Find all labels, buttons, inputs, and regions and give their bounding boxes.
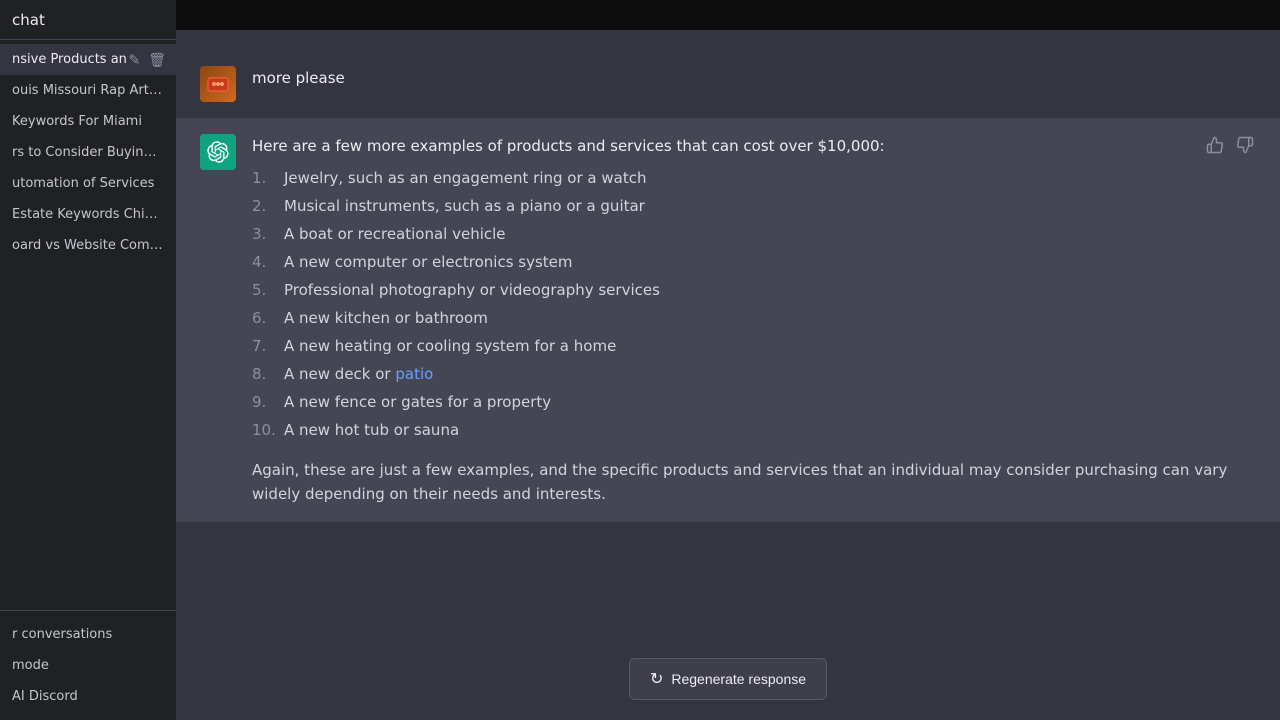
list-item: 9. A new fence or gates for a property xyxy=(252,390,1256,414)
assistant-message: Here are a few more examples of products… xyxy=(176,118,1280,522)
list-item: 3. A boat or recreational vehicle xyxy=(252,222,1256,246)
sidebar-item-dark-mode[interactable]: mode xyxy=(0,650,176,681)
message-actions xyxy=(1204,134,1256,156)
closing-text: Again, these are just a few examples, an… xyxy=(252,458,1256,506)
sidebar-item-website-compare[interactable]: oard vs Website Compar xyxy=(0,230,176,261)
sidebar-header: chat xyxy=(0,0,176,40)
sidebar-item-clear-conversations[interactable]: r conversations xyxy=(0,619,176,650)
item-actions: ✎ 🗑 xyxy=(126,49,168,70)
user-avatar xyxy=(200,66,236,102)
assistant-intro-text: Here are a few more examples of products… xyxy=(252,134,885,158)
user-message: more please xyxy=(176,50,1280,118)
chat-footer: ↻ Regenerate response xyxy=(176,642,1280,720)
list-item: 6. A new kitchen or bathroom xyxy=(252,306,1256,330)
thumbs-up-button[interactable] xyxy=(1204,134,1226,156)
sidebar-item-consider-buying[interactable]: rs to Consider Buying S xyxy=(0,137,176,168)
chat-area[interactable]: more please Here are a few more examples… xyxy=(176,30,1280,642)
sidebar-bottom: r conversations mode AI Discord xyxy=(0,610,176,720)
list-item: 5. Professional photography or videograp… xyxy=(252,278,1256,302)
main-content: more please Here are a few more examples… xyxy=(176,0,1280,720)
sidebar-item-ai-discord[interactable]: AI Discord xyxy=(0,681,176,712)
list-item: 4. A new computer or electronics system xyxy=(252,250,1256,274)
response-list: 1. Jewelry, such as an engagement ring o… xyxy=(252,166,1256,442)
thumbs-down-icon xyxy=(1236,136,1254,154)
top-bar xyxy=(176,0,1280,30)
sidebar: chat nsive Products an ✎ 🗑 ouis Missouri… xyxy=(0,0,176,720)
user-message-content: more please xyxy=(252,66,1256,102)
delete-button[interactable]: 🗑 xyxy=(146,49,168,70)
thumbs-up-icon xyxy=(1206,136,1224,154)
message-header: Here are a few more examples of products… xyxy=(252,134,1256,158)
edit-button[interactable]: ✎ xyxy=(126,49,142,70)
list-item: 7. A new heating or cooling system for a… xyxy=(252,334,1256,358)
sidebar-item-rap-artists[interactable]: ouis Missouri Rap Artists xyxy=(0,75,176,106)
sidebar-title: chat xyxy=(12,11,45,29)
list-item: 8. A new deck or patio xyxy=(252,362,1256,386)
list-item: 2. Musical instruments, such as a piano … xyxy=(252,194,1256,218)
patio-link[interactable]: patio xyxy=(395,365,433,383)
thumbs-down-button[interactable] xyxy=(1234,134,1256,156)
assistant-avatar xyxy=(200,134,236,170)
sidebar-conversations: nsive Products an ✎ 🗑 ouis Missouri Rap … xyxy=(0,40,176,610)
assistant-message-content: Here are a few more examples of products… xyxy=(252,134,1256,506)
sidebar-item-keywords-miami[interactable]: Keywords For Miami xyxy=(0,106,176,137)
user-message-text: more please xyxy=(252,69,345,87)
regenerate-button[interactable]: ↻ Regenerate response xyxy=(629,658,827,700)
list-item: 10. A new hot tub or sauna xyxy=(252,418,1256,442)
sidebar-item-expensive-products[interactable]: nsive Products an ✎ 🗑 xyxy=(0,44,176,75)
list-item: 1. Jewelry, such as an engagement ring o… xyxy=(252,166,1256,190)
regenerate-icon: ↻ xyxy=(650,669,663,689)
sidebar-item-estate-keywords[interactable]: Estate Keywords Chicag xyxy=(0,199,176,230)
sidebar-item-automation[interactable]: utomation of Services xyxy=(0,168,176,199)
regenerate-label: Regenerate response xyxy=(671,671,806,687)
